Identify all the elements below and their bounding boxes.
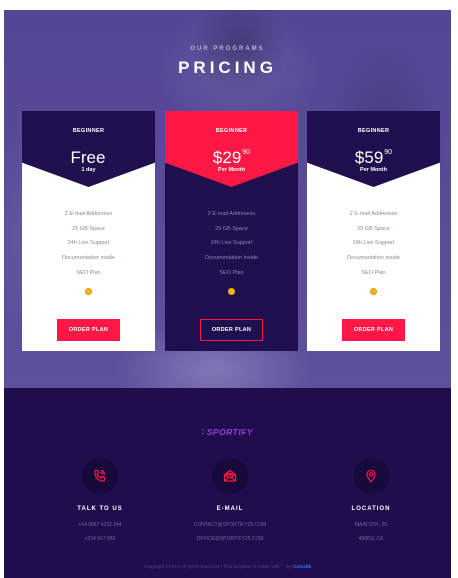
- plan-feature: 25 GB Space: [215, 225, 248, 232]
- email-address[interactable]: CONTACT@SPORTIFY25.COM: [170, 522, 290, 528]
- phone-number[interactable]: +54 5667 4332 244: [40, 522, 160, 528]
- plan-feature: Documentation inside: [62, 255, 115, 262]
- section-title: PRICING: [178, 58, 277, 77]
- plan-feature: 24h Live Support: [210, 240, 253, 247]
- pricing-card-premium: BEGINNER $5990 Per Month 2 E-mail Addres…: [307, 111, 440, 351]
- plan-feature: 2 E-mail Addresess: [207, 211, 256, 217]
- plan-price-cents: 90: [384, 149, 393, 156]
- email-address[interactable]: OFFICE@SPORTIFY25.COM: [170, 536, 290, 542]
- contact-label: LOCATION: [351, 506, 391, 512]
- pricing-section: OUR PROGRAMS PRICING BEGINNER Free 1 day…: [4, 10, 451, 388]
- location-pin-icon: [353, 458, 389, 494]
- plan-price-amount: $59: [354, 148, 384, 167]
- contact-label: TALK TO US: [77, 506, 123, 512]
- plan-tier: BEGINNER: [72, 128, 105, 134]
- order-plan-button[interactable]: ORDER PLAN: [57, 319, 120, 341]
- plan-period: 1 day: [81, 167, 96, 173]
- coin-icon: [370, 288, 377, 295]
- order-plan-button[interactable]: ORDER PLAN: [342, 319, 405, 341]
- section-kicker: OUR PROGRAMS: [190, 46, 265, 52]
- plan-feature: SEO Plan: [76, 269, 101, 276]
- logo-text: SPORTIFY: [206, 427, 254, 437]
- copyright-text: Copyright ©2019 All rights reserved | Th…: [143, 565, 280, 570]
- pricing-card-featured: BEGINNER $2990 Per Month 2 E-mail Addres…: [165, 111, 298, 351]
- plan-feature-list: 2 E-mail Addresess 25 GB Space 24h Live …: [165, 207, 298, 280]
- plan-feature: 24h Live Support: [67, 240, 110, 247]
- address-line: 458811 CA: [358, 536, 384, 542]
- site-footer: ∶ SPORTIFY TALK TO US +54 5667 4332 244 +…: [4, 388, 451, 578]
- plan-tier: BEGINNER: [215, 128, 248, 134]
- envelope-icon: [212, 458, 248, 494]
- address-line: MAIN STR. 25: [354, 522, 388, 528]
- copyright-by: by: [286, 565, 292, 570]
- plan-price: Free: [22, 143, 155, 168]
- plan-feature: 25 GB Space: [357, 225, 390, 232]
- plan-feature: Documentation inside: [205, 255, 258, 262]
- coin-icon: [85, 288, 92, 295]
- plan-period: Per Month: [360, 167, 387, 173]
- plan-tier: BEGINNER: [357, 128, 390, 134]
- plan-feature: SEO Plan: [219, 269, 244, 276]
- plan-price: $5990: [307, 143, 440, 168]
- plan-price-amount: $29: [212, 148, 242, 167]
- phone-number[interactable]: +234 667 889: [40, 536, 160, 542]
- heart-icon: ♡: [281, 565, 286, 570]
- plan-feature-list: 2 E-mail Addresess 25 GB Space 24h Live …: [307, 207, 440, 280]
- plan-feature-list: 2 E-mail Addresess 25 GB Space 24h Live …: [22, 207, 155, 280]
- plan-price: $2990: [165, 143, 298, 168]
- plan-feature: 2 E-mail Addresess: [64, 211, 113, 217]
- logo-dots-icon: ∶: [201, 427, 205, 437]
- contact-label: E-MAIL: [216, 506, 244, 512]
- phone-icon: [82, 458, 118, 494]
- coin-icon: [228, 288, 235, 295]
- plan-feature: 25 GB Space: [72, 225, 105, 232]
- plan-feature: 24h Live Support: [352, 240, 395, 247]
- copyright-notice: Copyright ©2019 All rights reserved | Th…: [4, 565, 451, 570]
- page: OUR PROGRAMS PRICING BEGINNER Free 1 day…: [0, 0, 458, 578]
- plan-feature: SEO Plan: [361, 269, 386, 276]
- pricing-card-free: BEGINNER Free 1 day 2 E-mail Addresess 2…: [22, 111, 155, 351]
- plan-price-cents: 90: [242, 149, 251, 156]
- footer-logo[interactable]: ∶ SPORTIFY: [4, 427, 451, 438]
- plan-period: Per Month: [218, 167, 245, 173]
- plan-feature: 2 E-mail Addresess: [349, 211, 398, 217]
- plan-feature: Documentation inside: [347, 255, 400, 262]
- plan-price-amount: Free: [70, 148, 106, 167]
- colorlib-link[interactable]: Colorlib: [293, 565, 311, 570]
- order-plan-button[interactable]: ORDER PLAN: [200, 319, 263, 341]
